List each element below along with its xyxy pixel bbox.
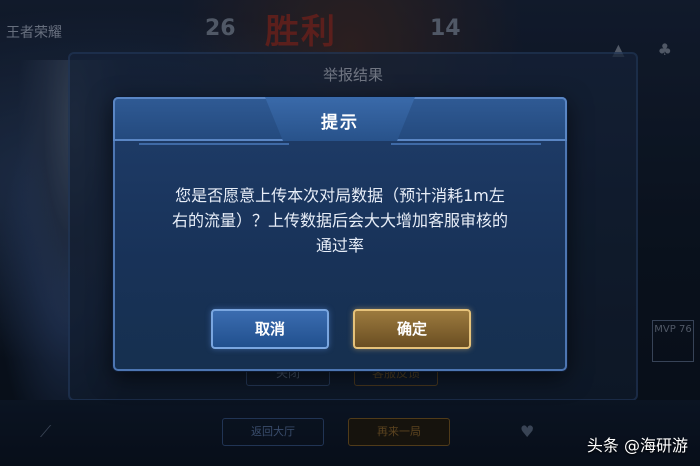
message-line-3: 通过率 bbox=[315, 236, 364, 255]
prompt-dialog: 提示 您是否愿意上传本次对局数据（预计消耗1m左 右的流量）？上传数据后会大大增… bbox=[113, 97, 567, 371]
dialog-message: 您是否愿意上传本次对局数据（预计消耗1m左 右的流量）？上传数据后会大大增加客服… bbox=[145, 183, 535, 258]
dialog-title: 提示 bbox=[321, 113, 359, 133]
message-line-1: 您是否愿意上传本次对局数据（预计消耗1m左 bbox=[175, 186, 505, 205]
watermark: 头条 @海研游 bbox=[586, 436, 688, 455]
dialog-decor-left bbox=[139, 143, 289, 145]
cancel-button[interactable]: 取消 bbox=[211, 309, 329, 349]
confirm-button[interactable]: 确定 bbox=[353, 309, 471, 349]
dialog-decor-right bbox=[391, 143, 541, 145]
message-line-2: 右的流量）？上传数据后会大大增加客服审核的 bbox=[171, 211, 508, 230]
